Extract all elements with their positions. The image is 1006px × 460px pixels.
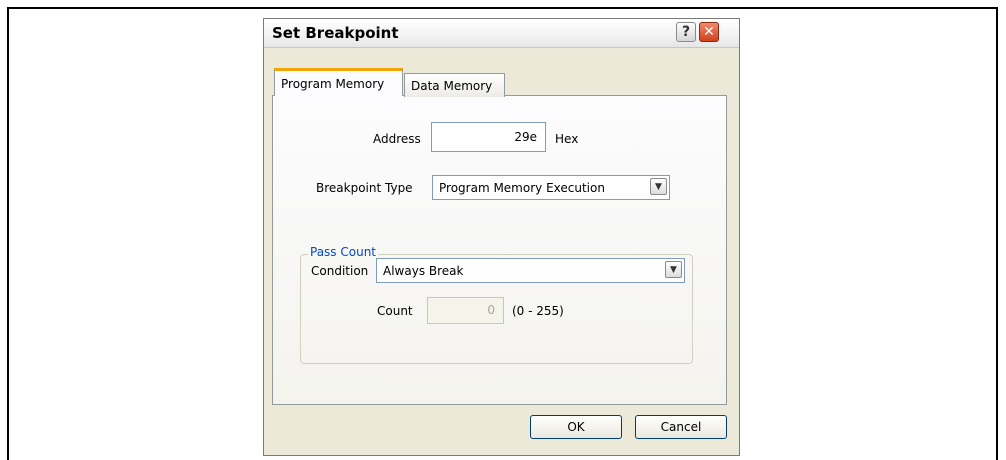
ok-button[interactable]: OK [530,415,622,439]
condition-select[interactable]: Always Break ▼ [376,258,685,283]
tab-program-memory[interactable]: Program Memory [274,68,403,96]
cancel-button[interactable]: Cancel [635,415,727,439]
condition-label: Condition [311,264,369,278]
condition-value: Always Break [383,264,464,278]
breakpoint-type-select[interactable]: Program Memory Execution ▼ [432,175,670,200]
pass-count-title: Pass Count [308,245,379,259]
address-unit: Hex [555,132,579,146]
count-value: 0 [487,303,495,317]
chevron-down-icon[interactable]: ▼ [650,178,667,195]
address-input[interactable]: 29e [431,122,546,152]
address-value: 29e [514,130,537,144]
tab-data-memory[interactable]: Data Memory [404,73,505,97]
count-input[interactable]: 0 [427,297,504,324]
breakpoint-type-label: Breakpoint Type [316,181,413,195]
breakpoint-type-value: Program Memory Execution [439,181,605,195]
dialog-content: Program Memory Data Memory Address 29e H… [263,18,740,456]
address-label: Address [373,132,421,146]
count-label: Count [377,304,413,318]
chevron-down-icon[interactable]: ▼ [665,261,682,278]
count-range: (0 - 255) [512,304,564,318]
